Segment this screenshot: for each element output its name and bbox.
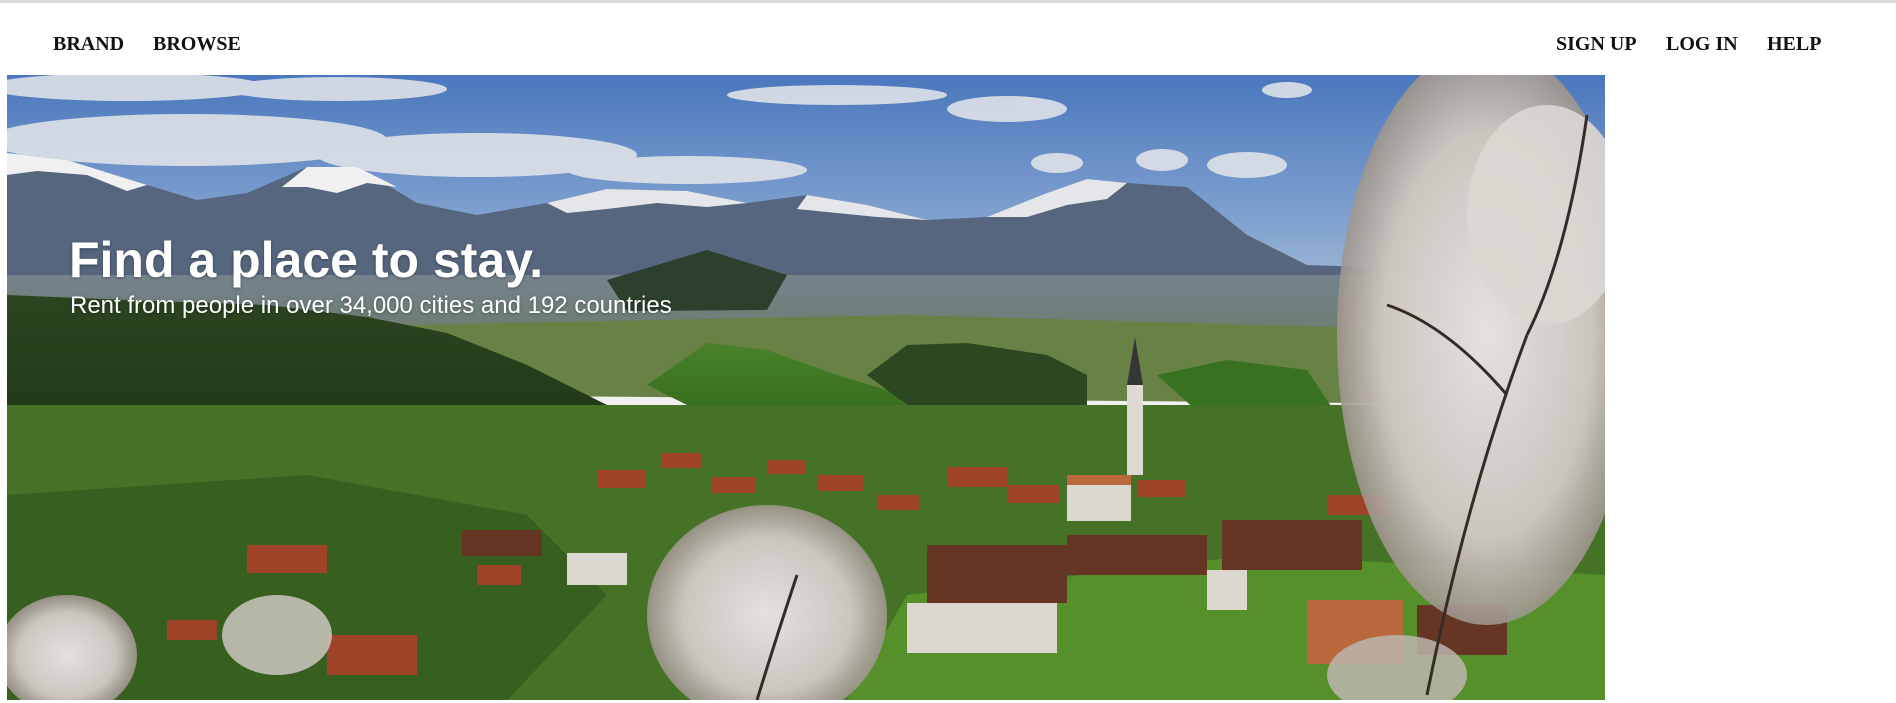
- hero-title: Find a place to stay.: [69, 232, 544, 288]
- log-in-link[interactable]: LOG IN: [1666, 34, 1738, 54]
- hero-subtitle: Rent from people in over 34,000 cities a…: [70, 292, 672, 319]
- browse-link[interactable]: BROWSE: [153, 34, 241, 54]
- sign-up-link[interactable]: SIGN UP: [1556, 34, 1637, 54]
- help-link[interactable]: HELP: [1767, 34, 1821, 54]
- brand-link[interactable]: BRAND: [53, 34, 124, 54]
- hero-banner: Find a place to stay. Rent from people i…: [7, 75, 1605, 700]
- top-navbar: BRAND BROWSE SIGN UP LOG IN HELP: [0, 3, 1896, 75]
- hero-landscape-image: [7, 75, 1605, 700]
